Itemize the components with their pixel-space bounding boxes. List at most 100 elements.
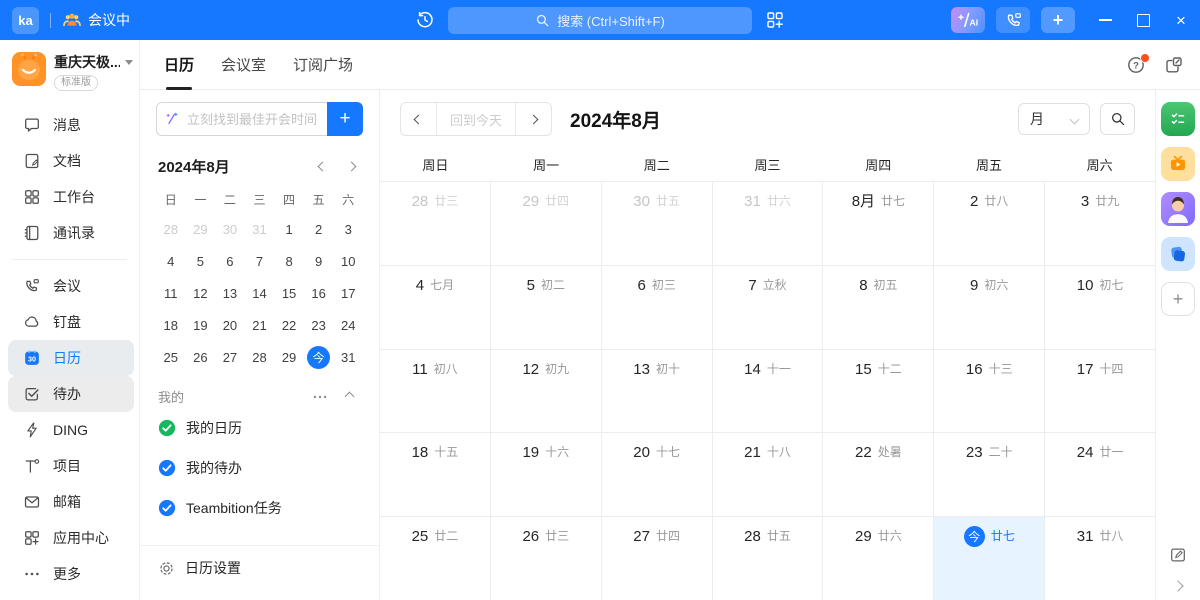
sidebar-item-calendar[interactable]: 30日历 <box>8 340 134 376</box>
mini-day[interactable]: 10 <box>333 245 363 277</box>
mini-day[interactable]: 8 <box>274 245 304 277</box>
check-circle-icon[interactable] <box>158 459 176 477</box>
day-cell[interactable]: 8初五 <box>823 266 934 349</box>
day-cell[interactable]: 12初九 <box>491 350 602 433</box>
day-cell[interactable]: 26廿三 <box>491 517 602 600</box>
view-mode-select[interactable]: 月 <box>1018 103 1090 135</box>
create-event-button[interactable]: + <box>327 102 363 136</box>
mini-next-month-icon[interactable] <box>347 162 357 172</box>
checklist-app-icon[interactable] <box>1161 102 1195 136</box>
day-cell[interactable]: 8月廿七 <box>823 182 934 265</box>
day-cell-today[interactable]: 今廿七 <box>934 517 1045 600</box>
sidebar-item-docs[interactable]: 文档 <box>8 143 134 179</box>
org-avatar[interactable] <box>12 52 46 86</box>
mini-day[interactable]: 9 <box>304 245 334 277</box>
mini-day[interactable]: 20 <box>215 309 245 341</box>
widgets-grid-icon[interactable] <box>765 10 785 30</box>
sidebar-item-project[interactable]: 项目 <box>8 448 134 484</box>
collapse-section-icon[interactable] <box>345 392 355 402</box>
next-month-button[interactable] <box>516 103 551 135</box>
day-cell[interactable]: 24廿一 <box>1045 433 1155 516</box>
app-logo[interactable]: ka <box>12 7 39 34</box>
sidebar-item-contacts[interactable]: 通讯录 <box>8 215 134 251</box>
window-maximize-button[interactable] <box>1124 0 1162 40</box>
mini-day[interactable]: 3 <box>333 213 363 245</box>
mini-day[interactable]: 11 <box>156 277 186 309</box>
day-cell[interactable]: 6初三 <box>602 266 713 349</box>
mini-day[interactable]: 6 <box>215 245 245 277</box>
video-app-icon[interactable] <box>1161 147 1195 181</box>
mini-day[interactable]: 31 <box>333 341 363 373</box>
mini-day[interactable]: 28 <box>156 213 186 245</box>
prev-month-button[interactable] <box>401 103 436 135</box>
calendar-search-button[interactable] <box>1100 103 1135 135</box>
tab-calendar[interactable]: 日历 <box>164 40 194 90</box>
day-cell[interactable]: 30廿五 <box>602 182 713 265</box>
sidebar-item-drive[interactable]: 钉盘 <box>8 304 134 340</box>
tab-meeting-rooms[interactable]: 会议室 <box>221 40 266 90</box>
check-circle-icon[interactable] <box>158 419 176 437</box>
org-switcher[interactable]: 重庆天极... 标准版 <box>0 50 139 99</box>
mini-day[interactable]: 18 <box>156 309 186 341</box>
day-cell[interactable]: 15十二 <box>823 350 934 433</box>
sidebar-item-meeting[interactable]: 会议 <box>8 268 134 304</box>
add-app-button[interactable]: + <box>1161 282 1195 316</box>
day-cell[interactable]: 29廿四 <box>491 182 602 265</box>
help-icon[interactable]: ? <box>1126 55 1146 75</box>
mini-day[interactable]: 30 <box>215 213 245 245</box>
day-cell[interactable]: 11初八 <box>380 350 491 433</box>
day-cell[interactable]: 31廿八 <box>1045 517 1155 600</box>
collapse-rail-icon[interactable] <box>1172 580 1183 591</box>
ai-assistant-button[interactable]: AI <box>951 7 985 33</box>
sidebar-item-ding[interactable]: DING <box>8 412 134 448</box>
my-calendar-item[interactable]: Teambition任务 <box>156 488 363 528</box>
call-button[interactable] <box>996 7 1030 33</box>
day-cell[interactable]: 22处暑 <box>823 433 934 516</box>
day-cell[interactable]: 23二十 <box>934 433 1045 516</box>
day-cell[interactable]: 5初二 <box>491 266 602 349</box>
sidebar-item-mail[interactable]: 邮箱 <box>8 484 134 520</box>
sidebar-item-appcenter[interactable]: 应用中心 <box>8 520 134 556</box>
tab-subscription-plaza[interactable]: 订阅广场 <box>293 40 353 90</box>
mini-day[interactable]: 12 <box>186 277 216 309</box>
day-cell[interactable]: 16十三 <box>934 350 1045 433</box>
sidebar-item-workbench[interactable]: 工作台 <box>8 179 134 215</box>
day-cell[interactable]: 4七月 <box>380 266 491 349</box>
mini-day[interactable]: 5 <box>186 245 216 277</box>
day-cell[interactable]: 13初十 <box>602 350 713 433</box>
mini-day-today[interactable]: 今 <box>304 341 334 373</box>
mini-day[interactable]: 13 <box>215 277 245 309</box>
meeting-status[interactable]: 会议中 <box>62 10 130 30</box>
mini-day[interactable]: 22 <box>274 309 304 341</box>
mini-day[interactable]: 29 <box>274 341 304 373</box>
mini-day[interactable]: 31 <box>245 213 275 245</box>
history-icon[interactable] <box>415 10 435 30</box>
mini-day[interactable]: 29 <box>186 213 216 245</box>
my-calendar-item[interactable]: 我的日历 <box>156 408 363 448</box>
assistant-avatar-icon[interactable] <box>1161 192 1195 226</box>
mini-day[interactable]: 28 <box>245 341 275 373</box>
check-circle-icon[interactable] <box>158 499 176 517</box>
day-cell[interactable]: 9初六 <box>934 266 1045 349</box>
day-cell[interactable]: 18十五 <box>380 433 491 516</box>
mini-day[interactable]: 27 <box>215 341 245 373</box>
mini-day[interactable]: 16 <box>304 277 334 309</box>
day-cell[interactable]: 21十八 <box>713 433 824 516</box>
my-calendar-item[interactable]: 我的待办 <box>156 448 363 488</box>
mini-day[interactable]: 25 <box>156 341 186 373</box>
mini-day[interactable]: 21 <box>245 309 275 341</box>
mini-day[interactable]: 19 <box>186 309 216 341</box>
day-cell[interactable]: 25廿二 <box>380 517 491 600</box>
calendar-settings-button[interactable]: 日历设置 <box>156 546 363 590</box>
day-cell[interactable]: 10初七 <box>1045 266 1155 349</box>
mini-day[interactable]: 24 <box>333 309 363 341</box>
day-cell[interactable]: 19十六 <box>491 433 602 516</box>
day-cell[interactable]: 7立秋 <box>713 266 824 349</box>
mini-day[interactable]: 26 <box>186 341 216 373</box>
day-cell[interactable]: 27廿四 <box>602 517 713 600</box>
mini-day[interactable]: 4 <box>156 245 186 277</box>
day-cell[interactable]: 17十四 <box>1045 350 1155 433</box>
mini-day[interactable]: 7 <box>245 245 275 277</box>
open-in-window-icon[interactable] <box>1164 55 1184 75</box>
day-cell[interactable]: 28廿五 <box>713 517 824 600</box>
